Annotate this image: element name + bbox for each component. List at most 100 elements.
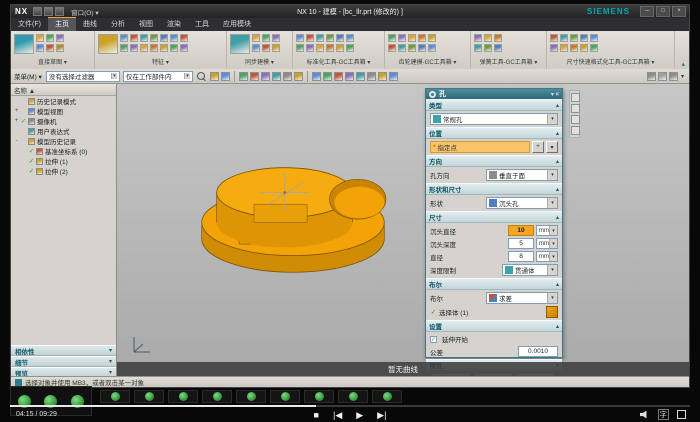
maximize-button[interactable]: □ (656, 6, 670, 17)
ribbon-command-icon[interactable] (570, 44, 578, 52)
section-settings[interactable]: 设置▴ (426, 320, 562, 332)
ribbon-command-icon[interactable] (252, 34, 260, 42)
ribbon-command-icon[interactable] (326, 44, 334, 52)
ribbon-command-icon[interactable] (140, 34, 148, 42)
ribbon-command-icon[interactable] (398, 34, 406, 42)
ribbon-command-icon[interactable] (296, 34, 304, 42)
ribbon-command-icon[interactable] (262, 34, 270, 42)
tree-expand-icon[interactable]: + (13, 118, 20, 124)
section-form[interactable]: 形状和尺寸▴ (426, 183, 562, 195)
ribbon-command-icon[interactable] (170, 44, 178, 52)
ribbon-command-icon[interactable] (550, 44, 558, 52)
ribbon-command-icon[interactable] (316, 34, 324, 42)
toolbar-icon[interactable] (272, 72, 281, 81)
ribbon-command-icon[interactable] (36, 44, 44, 52)
navigator-section-细节[interactable]: 细节▾ (11, 356, 116, 367)
filmstrip-thumbnail[interactable] (202, 390, 232, 403)
unit-dropdown[interactable]: mm▾ (536, 238, 558, 249)
ribbon-group-label[interactable]: 弹簧工具-GC工具箱 ▾ (471, 57, 546, 67)
filmstrip-thumbnail[interactable] (372, 390, 402, 403)
hole-direction-dropdown[interactable]: 垂直于面 ▾ (486, 169, 558, 181)
ribbon-command-icon[interactable] (408, 44, 416, 52)
menu-button[interactable]: 菜单(M) ▾ (14, 71, 42, 81)
ribbon-tab-渲染[interactable]: 渲染 (160, 18, 188, 31)
check-icon[interactable]: ✓ (28, 147, 35, 155)
next-button[interactable]: ▶| (377, 409, 386, 421)
ribbon-command-icon[interactable] (428, 34, 436, 42)
toolbar-icon[interactable] (283, 72, 292, 81)
rail-icon[interactable] (571, 126, 580, 135)
tolerance-input[interactable]: 0.0010 (518, 346, 558, 357)
boolean-dropdown[interactable]: 求差 ▾ (486, 292, 558, 304)
ribbon-command-icon[interactable] (140, 44, 148, 52)
selection-scope-dropdown[interactable]: 仅在工作部件内▾ (123, 71, 193, 82)
ribbon-command-icon[interactable] (150, 44, 158, 52)
ribbon-tab-应用模块[interactable]: 应用模块 (216, 18, 258, 31)
hole-type-dropdown[interactable]: 常规孔 ▾ (430, 113, 558, 125)
ribbon-tab-视图[interactable]: 视图 (132, 18, 160, 31)
ribbon-command-icon[interactable] (150, 34, 158, 42)
ribbon-command-icon[interactable] (36, 34, 44, 42)
ribbon-command-icon[interactable] (580, 34, 588, 42)
ribbon-command-icon[interactable] (46, 34, 54, 42)
checkbox-icon[interactable]: ✓ (430, 336, 437, 343)
wcs-triad[interactable] (129, 332, 153, 356)
ribbon-command-icon[interactable] (180, 44, 188, 52)
ribbon-command-icon[interactable] (262, 44, 270, 52)
toolbar-icon[interactable] (294, 72, 303, 81)
ribbon-command-icon[interactable] (336, 44, 344, 52)
ribbon-command-icon[interactable] (46, 44, 54, 52)
ribbon-command-icon[interactable] (388, 44, 396, 52)
ribbon-command-icon[interactable] (326, 34, 334, 42)
ribbon-command-icon[interactable] (418, 34, 426, 42)
section-type[interactable]: 类型▴ (426, 99, 562, 111)
filmstrip-thumbnail[interactable] (270, 390, 300, 403)
ribbon-group-label[interactable]: 同步建模 ▾ (227, 57, 292, 67)
ribbon-command-icon[interactable] (230, 34, 250, 54)
ribbon-command-icon[interactable] (590, 34, 598, 42)
navigator-column-header[interactable]: 名称 ▲ (11, 84, 116, 96)
ribbon-command-icon[interactable] (336, 34, 344, 42)
part-3d-model[interactable] (181, 146, 405, 279)
volume-icon[interactable] (640, 411, 650, 419)
toolbar-icon[interactable] (250, 72, 259, 81)
ribbon-command-icon[interactable] (388, 34, 396, 42)
ribbon-command-icon[interactable] (580, 44, 588, 52)
toolbar-icon[interactable] (323, 72, 332, 81)
tree-item[interactable]: +模型视图 (11, 106, 116, 116)
ribbon-command-icon[interactable] (56, 34, 64, 42)
close-button[interactable]: × (672, 6, 686, 17)
ribbon-command-icon[interactable] (170, 34, 178, 42)
graphics-viewport[interactable]: 孔 ▾ × 类型▴ 常规孔 ▾ 位置▴ (117, 84, 689, 378)
filmstrip-thumbnail[interactable] (338, 390, 368, 403)
selection-filter-dropdown[interactable]: 没有选择过滤器▾ (46, 71, 120, 82)
ribbon-tab-分析[interactable]: 分析 (104, 18, 132, 31)
ribbon-tab-主页[interactable]: 主页 (48, 17, 76, 31)
dimension-input[interactable]: 8 (508, 251, 534, 262)
toolbar-icon[interactable] (221, 72, 230, 81)
ribbon-command-icon[interactable] (560, 44, 568, 52)
ribbon-group-label[interactable]: 尺寸快速格式化工具-GC工具箱 ▾ (547, 57, 674, 67)
toolbar-icon[interactable] (658, 72, 667, 81)
filmstrip-thumbnail[interactable] (236, 390, 266, 403)
minimize-button[interactable]: ─ (640, 6, 654, 17)
dialog-collapse-icon[interactable]: ▾ × (551, 91, 559, 98)
tree-expand-icon[interactable]: + (13, 108, 20, 114)
tree-item[interactable]: -模型历史记录 (11, 136, 116, 146)
rail-icon[interactable] (571, 104, 580, 113)
check-icon[interactable]: ✓ (20, 117, 27, 125)
previous-button[interactable]: |◀ (333, 409, 342, 421)
toolbar-icon[interactable] (312, 72, 321, 81)
ribbon-tab-工具[interactable]: 工具 (188, 18, 216, 31)
ribbon-command-icon[interactable] (550, 34, 558, 42)
ribbon-command-icon[interactable] (346, 34, 354, 42)
tree-expand-icon[interactable]: - (13, 138, 20, 144)
specify-point-row[interactable]: * 指定点 (430, 141, 530, 153)
ribbon-command-icon[interactable] (570, 34, 578, 42)
tree-item[interactable]: ✓拉伸 (1) (11, 156, 116, 166)
sketch-section-button[interactable]: ▾ (546, 141, 558, 153)
stop-button[interactable]: ■ (314, 409, 319, 421)
navigator-section-相依性[interactable]: 相依性▾ (11, 345, 116, 356)
ribbon-command-icon[interactable] (418, 44, 426, 52)
ribbon-group-label[interactable]: 标准化工具-GC工具箱 ▾ (293, 57, 384, 67)
